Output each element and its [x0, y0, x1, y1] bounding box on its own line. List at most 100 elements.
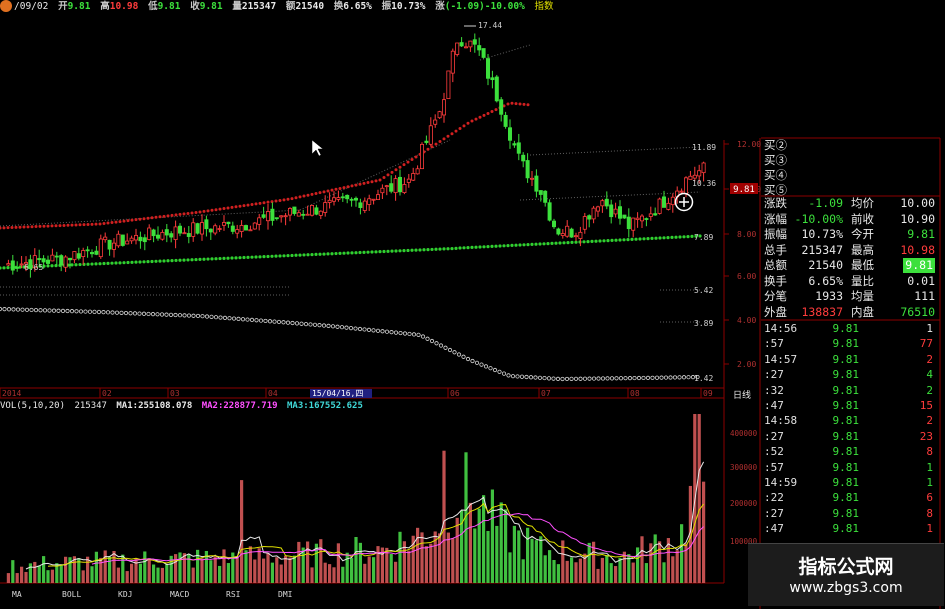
- ma60-dot: [638, 237, 642, 241]
- candle-up: [393, 178, 398, 194]
- candle-up: [309, 205, 314, 216]
- ma60-dot: [606, 239, 610, 243]
- volume-bar-up: [658, 541, 662, 583]
- ma2-label: MA2:: [201, 401, 224, 411]
- volume-bar-up: [328, 564, 332, 583]
- tick-price: 9.81: [832, 322, 860, 335]
- ma60-dot: [414, 248, 418, 252]
- long-ma-dot: [60, 308, 66, 313]
- candle-up: [160, 232, 165, 240]
- ma60-dot: [490, 244, 494, 248]
- ma20-dot: [494, 108, 498, 112]
- ma60-dot: [298, 253, 302, 257]
- ma20-dot: [26, 225, 30, 229]
- ma60-dot: [662, 236, 666, 240]
- indicator-tab[interactable]: RSI: [226, 590, 240, 599]
- candle-down: [604, 198, 609, 207]
- ma20-dot: [198, 210, 202, 214]
- indicator-tab[interactable]: KDJ: [118, 590, 132, 599]
- candle-down: [547, 202, 552, 221]
- volume-bar-up: [310, 567, 314, 583]
- bid-row[interactable]: 买④: [761, 168, 937, 183]
- tick-volume: 8: [926, 506, 933, 520]
- ma20-dot: [326, 189, 330, 193]
- ma60-dot: [650, 236, 654, 240]
- change-value: (-1.09)-10.00%: [444, 1, 525, 12]
- long-ma-dot: [312, 322, 318, 327]
- volume-bar-down: [548, 550, 552, 583]
- ma60-dot: [562, 241, 566, 245]
- ma60-dot: [174, 258, 178, 263]
- long-ma-dot: [519, 374, 525, 379]
- volume-bar-up: [112, 550, 116, 583]
- right-axis-label: 8.00: [737, 230, 756, 239]
- bid-row[interactable]: 买②: [761, 138, 937, 153]
- volume-bar-up: [424, 546, 428, 583]
- candle-down: [226, 221, 231, 225]
- ma60-dot: [402, 249, 406, 253]
- candle-up: [72, 251, 77, 261]
- index-label[interactable]: 指数: [535, 1, 554, 12]
- volume-axis-label: 300000: [730, 463, 758, 472]
- quote-row: 总手 215347 最高 10.98: [761, 243, 937, 258]
- long-ma-dot: [33, 307, 39, 313]
- close-value: 9.81: [199, 1, 223, 12]
- volume-bar-up: [182, 553, 186, 583]
- candle-down: [662, 196, 667, 208]
- candle-up: [701, 162, 706, 174]
- volume-bar-down: [605, 554, 609, 583]
- tick-volume: 4: [926, 368, 933, 382]
- date-axis-label: 08: [630, 389, 640, 398]
- long-ma-dot: [411, 332, 417, 337]
- long-ma-dot: [101, 310, 106, 315]
- amplitude-value: 10.73%: [391, 1, 426, 12]
- ma60-dot: [194, 257, 198, 262]
- ma20-dot: [374, 179, 378, 183]
- volume-bar-down: [187, 554, 191, 583]
- long-ma-dot: [249, 317, 255, 322]
- indicator-tab[interactable]: MACD: [170, 590, 189, 599]
- bid-row[interactable]: 买③: [761, 153, 937, 168]
- tick-row: :57 9.81 1: [761, 461, 937, 475]
- ma60-dot: [446, 247, 450, 251]
- ma20-dot: [226, 206, 230, 210]
- ma60-dot: [442, 247, 446, 251]
- candle-down: [626, 216, 631, 230]
- tick-time: :27: [764, 429, 784, 443]
- long-ma-dot: [609, 376, 615, 381]
- long-ma-dot: [150, 312, 156, 317]
- ma20-dot: [14, 225, 18, 229]
- ma20-dot: [22, 225, 26, 229]
- candle-up: [560, 233, 565, 236]
- candle-up: [125, 240, 130, 245]
- volume-bar-down: [226, 563, 230, 583]
- ma60-dot: [230, 256, 234, 260]
- indicator-tab[interactable]: MA: [12, 590, 22, 599]
- long-ma-dot: [78, 309, 84, 314]
- volume-bar-up: [323, 562, 327, 583]
- ma20-dot: [170, 213, 174, 217]
- tick-time: :47: [764, 522, 784, 536]
- ma20-dot: [70, 223, 74, 227]
- candle-up: [279, 215, 284, 218]
- long-ma-dot: [627, 376, 633, 381]
- indicator-tab[interactable]: BOLL: [62, 590, 81, 599]
- candle-up: [336, 197, 341, 200]
- ma60-dot: [178, 258, 182, 262]
- quote-key-2: 今开: [851, 227, 874, 241]
- volume-bar-up: [451, 538, 455, 583]
- volume-bar-up: [363, 563, 367, 583]
- indicator-tab[interactable]: DMI: [278, 590, 292, 599]
- long-ma-dot: [510, 374, 516, 379]
- amount-value: 21540: [295, 1, 325, 12]
- change-label: 涨: [435, 1, 445, 12]
- tick-volume: 1: [926, 322, 933, 335]
- ma60-dot: [102, 261, 106, 266]
- tick-time: 14:58: [764, 414, 798, 428]
- tick-volume: 15: [919, 399, 933, 412]
- ma20-dot: [458, 127, 462, 130]
- ma20-dot: [202, 209, 206, 213]
- ma20-dot: [154, 215, 158, 219]
- ma20-dot: [514, 102, 518, 106]
- level-mark: 1.42: [694, 374, 713, 383]
